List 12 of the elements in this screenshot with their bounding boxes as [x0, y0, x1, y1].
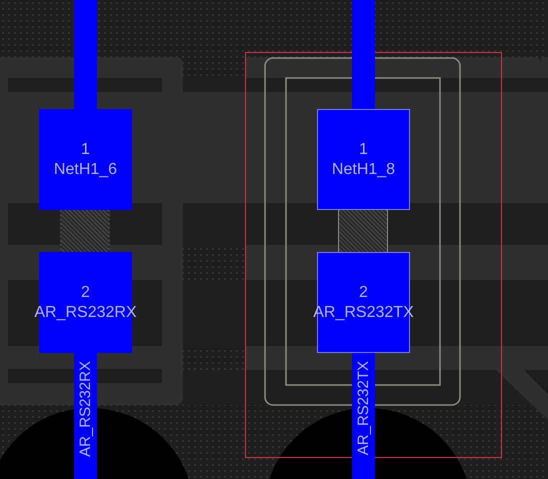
net-name: NetH1_8	[332, 160, 396, 180]
pad[interactable]: 1 NetH1_8	[317, 109, 410, 210]
pad-number: 1	[81, 140, 90, 160]
hatched-body	[60, 209, 110, 253]
pad[interactable]: 1 NetH1_6	[39, 109, 132, 210]
trace-net-label: AR_RS232TX	[355, 361, 372, 456]
pad-number: 2	[359, 282, 368, 302]
net-name: NetH1_6	[54, 160, 118, 180]
hatched-body	[338, 209, 388, 253]
pad-number: 1	[359, 140, 368, 160]
trace-net-label: AR_RS232RX	[77, 361, 94, 457]
pad-number: 2	[81, 282, 90, 302]
